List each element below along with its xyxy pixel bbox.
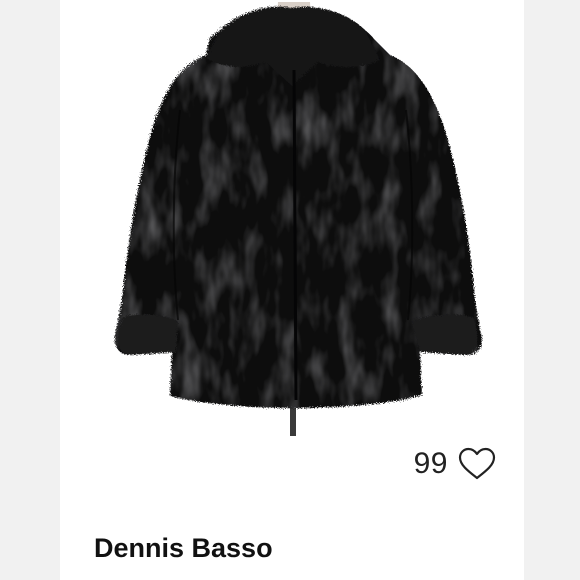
like-count: 99 [413,447,448,480]
coat-zipper [292,69,298,401]
brand-name[interactable]: Dennis Basso [94,533,273,564]
heart-outline-icon[interactable] [458,447,496,481]
right-cuff [412,314,478,355]
left-cuff [117,314,178,355]
product-photo[interactable] [60,0,524,450]
listing-card: 99 Dennis Basso [60,0,524,580]
like-row: 99 [414,447,496,481]
